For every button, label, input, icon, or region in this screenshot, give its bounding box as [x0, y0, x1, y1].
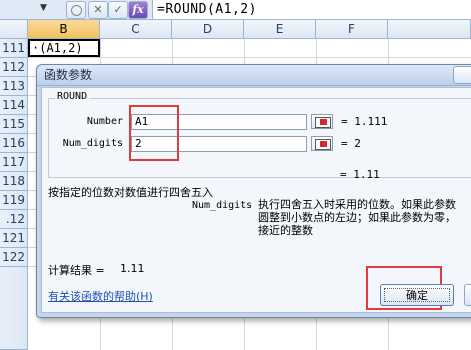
- row-header[interactable]: 116: [0, 134, 28, 153]
- function-name: ROUND: [55, 91, 90, 102]
- select-all-corner[interactable]: [0, 20, 28, 39]
- formula-bar-circle-button[interactable]: [66, 1, 86, 19]
- formula-result-inline: = 1.11: [340, 168, 380, 181]
- row-header[interactable]: 121: [0, 229, 28, 248]
- arguments-group: ROUND Number A1 = 1.111 Num_digits 2 = 2: [48, 91, 471, 178]
- param-name: Num_digits: [192, 200, 253, 211]
- row-header[interactable]: [0, 267, 28, 350]
- column-header-b[interactable]: B: [28, 20, 100, 39]
- row-header[interactable]: 113: [0, 77, 28, 96]
- ok-button[interactable]: 确定: [380, 284, 454, 306]
- formula-bar: ▼ ✕ ✓ fx =ROUND(A1,2): [0, 0, 471, 20]
- row-header[interactable]: 112: [0, 58, 28, 77]
- column-header-g[interactable]: [388, 20, 471, 39]
- column-header-d[interactable]: D: [172, 20, 244, 39]
- function-description: 按指定的位数对数值进行四舍五入: [48, 186, 213, 199]
- num-digits-collapse-icon[interactable]: [311, 136, 333, 151]
- calc-result-label: 计算结果 =: [48, 264, 105, 277]
- arg-result-number: = 1.111: [341, 115, 388, 128]
- formula-input[interactable]: =ROUND(A1,2): [152, 0, 471, 19]
- row-header[interactable]: 122: [0, 248, 28, 267]
- number-collapse-icon[interactable]: [311, 114, 333, 129]
- dialog-body: ROUND Number A1 = 1.111 Num_digits 2 = 2…: [41, 87, 471, 313]
- row-header[interactable]: .12: [0, 210, 28, 229]
- calc-result-value: 1.11: [120, 262, 145, 275]
- arg-label-number: Number: [86, 116, 123, 127]
- row-header[interactable]: 118: [0, 172, 28, 191]
- focus-ring: [384, 288, 450, 302]
- namebox-dropdown-icon[interactable]: ▼: [40, 3, 47, 13]
- arg-label-num-digits: Num_digits: [62, 138, 123, 149]
- row-header[interactable]: 115: [0, 115, 28, 134]
- dialog-title: 函数参数: [44, 68, 93, 82]
- dialog-titlebar[interactable]: 函数参数: [37, 65, 471, 86]
- enter-icon[interactable]: ✓: [108, 1, 128, 19]
- highlight-box: [129, 105, 179, 161]
- arg-result-num-digits: = 2: [341, 137, 361, 150]
- row-header[interactable]: 111: [0, 39, 28, 58]
- column-header-c[interactable]: C: [100, 20, 172, 39]
- help-link[interactable]: 有关该函数的帮助(H): [48, 288, 153, 304]
- grid-line: [28, 57, 471, 58]
- column-header-e[interactable]: E: [244, 20, 316, 39]
- cancel-icon[interactable]: ✕: [88, 1, 108, 19]
- insert-function-icon[interactable]: fx: [128, 1, 148, 19]
- row-header[interactable]: 117: [0, 153, 28, 172]
- column-header-f[interactable]: F: [316, 20, 388, 39]
- function-arguments-dialog: 函数参数 ROUND Number A1 = 1.111 Num_digits …: [36, 64, 471, 318]
- row-header[interactable]: 119: [0, 191, 28, 210]
- dialog-close-icon[interactable]: [453, 66, 471, 84]
- param-description: 执行四舍五入时采用的位数。如果此参数 圆整到小数点的左边；如果此参数为零， 接近…: [258, 198, 456, 237]
- cancel-button[interactable]: [464, 284, 471, 306]
- row-header[interactable]: 114: [0, 96, 28, 115]
- active-cell-b111[interactable]: ·(A1,2): [28, 39, 100, 57]
